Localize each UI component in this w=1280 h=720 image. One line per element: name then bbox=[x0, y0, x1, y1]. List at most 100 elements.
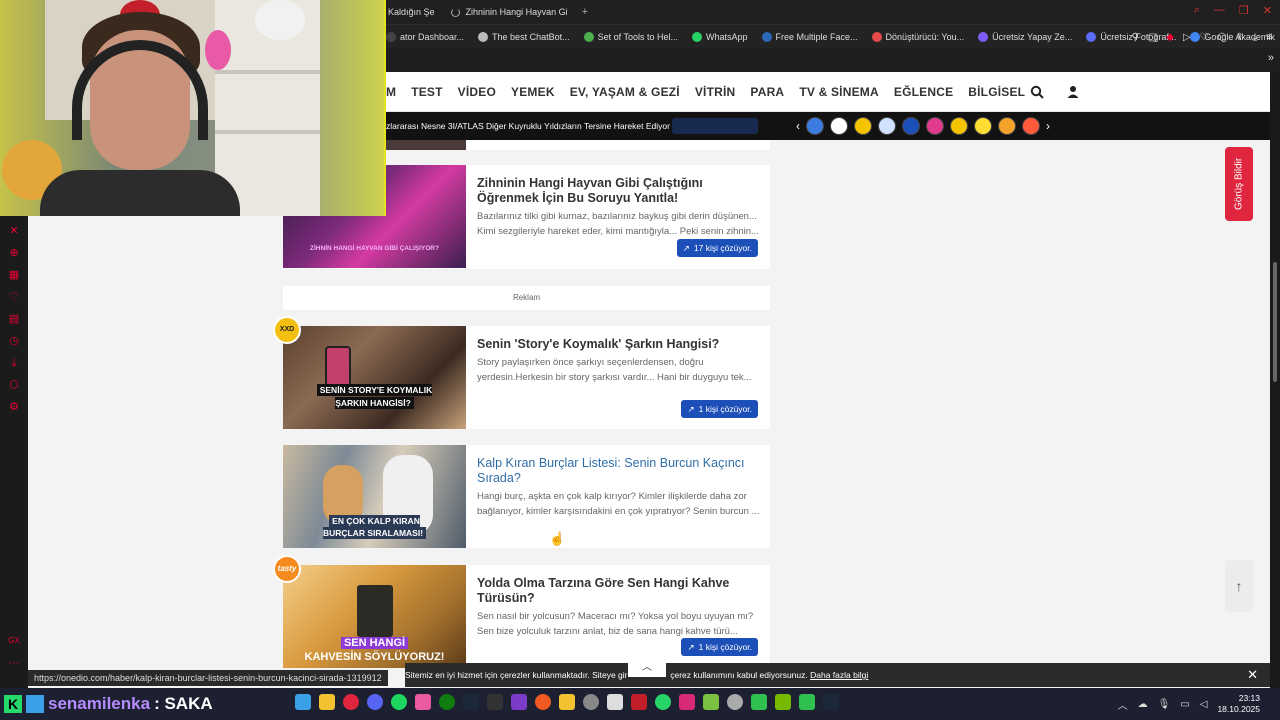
app-icon[interactable] bbox=[511, 694, 527, 710]
grid-icon[interactable]: ▦ bbox=[7, 268, 21, 282]
back-to-top-button[interactable]: ↑ bbox=[1225, 560, 1253, 612]
category-icon[interactable] bbox=[806, 117, 824, 135]
x-icon[interactable]: ✕ bbox=[7, 224, 21, 238]
volume-icon[interactable]: ◁ bbox=[1200, 699, 1208, 710]
solver-count-badge[interactable]: ↗ 1 kişi çözüyor. bbox=[681, 400, 758, 418]
player-icon[interactable]: ▤ bbox=[7, 312, 21, 326]
app-icon[interactable] bbox=[703, 694, 719, 710]
category-icon[interactable] bbox=[902, 117, 920, 135]
nav-item[interactable]: M bbox=[386, 85, 407, 99]
feedback-button[interactable]: Görüş Bildir bbox=[1225, 147, 1253, 221]
heart-icon[interactable]: ♡ bbox=[7, 290, 21, 304]
quiz-title-link[interactable]: Kalp Kıran Burçlar Listesi: Senin Burcun… bbox=[477, 456, 762, 486]
nav-item[interactable]: YEMEK bbox=[511, 85, 566, 99]
quiz-thumbnail[interactable]: SENİN STORY'E KOYMALIK ŞARKIN HANGİSİ? bbox=[283, 326, 466, 429]
solver-count-badge[interactable]: ↗ 1 kişi çözüyor. bbox=[681, 638, 758, 656]
file-explorer-icon[interactable] bbox=[319, 694, 335, 710]
app-icon[interactable] bbox=[415, 694, 431, 710]
chevron-up-icon[interactable]: ︿ bbox=[1118, 697, 1128, 712]
spotify-icon[interactable] bbox=[391, 694, 407, 710]
list-item[interactable]: SENİN STORY'E KOYMALIK ŞARKIN HANGİSİ? S… bbox=[283, 326, 770, 429]
cookie-expand-button[interactable]: ︿ bbox=[628, 659, 666, 677]
nvidia-icon[interactable] bbox=[775, 694, 791, 710]
more-bookmarks-icon[interactable]: » bbox=[1268, 52, 1274, 64]
download-icon[interactable]: ⤓ bbox=[1253, 32, 1257, 43]
browser-tab-active[interactable]: Zihninin Hangi Hayvan Gi bbox=[443, 0, 576, 24]
category-icon[interactable] bbox=[950, 117, 968, 135]
xbox-icon[interactable] bbox=[439, 694, 455, 710]
close-icon[interactable]: ✕ bbox=[1263, 4, 1272, 17]
category-icon[interactable] bbox=[878, 117, 896, 135]
solver-count-badge[interactable]: ↗ 17 kişi çözüyor. bbox=[676, 239, 758, 257]
steam-icon[interactable] bbox=[463, 694, 479, 710]
quiz-title[interactable]: Senin 'Story'e Koymalık' Şarkın Hangisi? bbox=[477, 337, 762, 352]
start-icon[interactable] bbox=[295, 694, 311, 710]
ticker-headline[interactable]: zlararası Nesne 3I/ATLAS Diğer Kuyruklu … bbox=[386, 112, 670, 140]
bookmark-item[interactable]: Set of Tools to Hel... bbox=[583, 32, 678, 42]
browser-tab[interactable]: Kaldığın Şe bbox=[380, 0, 443, 24]
menu-icon[interactable]: ≡ bbox=[1266, 32, 1272, 43]
nav-item[interactable]: TV & SİNEMA bbox=[799, 85, 890, 99]
new-tab-button[interactable]: + bbox=[582, 6, 588, 18]
user-icon[interactable] bbox=[1066, 85, 1080, 99]
maximize-icon[interactable]: ❐ bbox=[1239, 4, 1249, 17]
history-icon[interactable]: ◷ bbox=[7, 334, 21, 348]
play-icon[interactable]: ▷ bbox=[1183, 32, 1191, 43]
opera-gx-icon[interactable] bbox=[343, 694, 359, 710]
bookmark-item[interactable]: The best ChatBot... bbox=[478, 32, 570, 42]
share-icon[interactable]: ⇪ bbox=[1235, 32, 1243, 43]
category-icon[interactable] bbox=[926, 117, 944, 135]
bookmark-item[interactable]: Free Multiple Face... bbox=[761, 32, 858, 42]
cloud-icon[interactable]: ☁ bbox=[1138, 699, 1148, 710]
steam-icon[interactable] bbox=[823, 694, 839, 710]
app-icon[interactable] bbox=[751, 694, 767, 710]
microphone-icon[interactable]: 🎙 bbox=[1158, 699, 1171, 710]
network-icon[interactable]: ▭ bbox=[1180, 699, 1189, 710]
app-icon[interactable] bbox=[727, 694, 743, 710]
search-tabs-icon[interactable]: ⌕ bbox=[1194, 4, 1200, 17]
cookie-close-button[interactable]: ✕ bbox=[1247, 663, 1258, 687]
quiz-title[interactable]: Yolda Olma Tarzına Göre Sen Hangi Kahve … bbox=[477, 576, 762, 606]
discord-icon[interactable] bbox=[367, 694, 383, 710]
quiz-thumbnail[interactable]: SEN HANGİ KAHVESİN SÖYLÜYORUZ! bbox=[283, 565, 466, 668]
bookmark-item[interactable]: ator Dashboar... bbox=[386, 32, 464, 42]
quiz-thumbnail[interactable]: EN ÇOK KALP KIRAN BURÇLAR SIRALAMASI! bbox=[283, 445, 466, 548]
settings-icon[interactable]: ⚙ bbox=[7, 400, 21, 414]
snapshot-icon[interactable]: ▢ bbox=[1148, 32, 1157, 43]
app-icon[interactable] bbox=[631, 694, 647, 710]
quiz-title[interactable]: Zihninin Hangi Hayvan Gibi Çalıştığını Ö… bbox=[477, 176, 762, 206]
instagram-icon[interactable] bbox=[679, 694, 695, 710]
nav-item[interactable]: VİTRİN bbox=[695, 85, 747, 99]
whatsapp-icon[interactable] bbox=[655, 694, 671, 710]
minimize-icon[interactable]: — bbox=[1214, 4, 1225, 17]
gx-icon[interactable]: GX bbox=[7, 634, 21, 648]
add-icon[interactable]: ⊕ bbox=[7, 246, 21, 260]
nav-item[interactable]: TEST bbox=[411, 85, 453, 99]
next-arrow-icon[interactable]: › bbox=[1046, 119, 1050, 133]
cookie-more-info-link[interactable]: Daha fazla bilgi bbox=[810, 670, 868, 680]
ea-icon[interactable] bbox=[535, 694, 551, 710]
scrollbar-thumb[interactable] bbox=[1273, 262, 1277, 382]
bookmark-item[interactable]: Dönüştürücü: You... bbox=[871, 32, 964, 42]
list-item[interactable]: EN ÇOK KALP KIRAN BURÇLAR SIRALAMASI! Ka… bbox=[283, 445, 770, 548]
category-icon[interactable] bbox=[854, 117, 872, 135]
nav-item[interactable]: VİDEO bbox=[458, 85, 507, 99]
prev-arrow-icon[interactable]: ‹ bbox=[796, 119, 800, 133]
app-icon[interactable] bbox=[799, 694, 815, 710]
pocket-icon[interactable]: ◆ bbox=[1166, 32, 1174, 43]
list-item[interactable]: SEN HANGİ KAHVESİN SÖYLÜYORUZ! Yolda Olm… bbox=[283, 565, 770, 668]
bookmark-item[interactable]: WhatsApp bbox=[691, 32, 748, 42]
nav-item[interactable]: BİLGİSEL bbox=[968, 85, 1036, 99]
app-icon[interactable] bbox=[607, 694, 623, 710]
bookmark-item[interactable]: Ücretsiz Yapay Ze... bbox=[978, 32, 1072, 42]
heart-icon[interactable]: ♡ bbox=[1200, 32, 1209, 43]
extensions-icon[interactable]: ⬡ bbox=[1218, 32, 1227, 43]
heart-eyes-emoji-icon[interactable] bbox=[1022, 117, 1040, 135]
app-icon[interactable] bbox=[583, 694, 599, 710]
taskbar-clock[interactable]: 23:13 18.10.2025 bbox=[1217, 693, 1260, 715]
epic-games-icon[interactable] bbox=[487, 694, 503, 710]
nav-item[interactable]: PARA bbox=[750, 85, 795, 99]
category-icon[interactable] bbox=[998, 117, 1016, 135]
page-scrollbar[interactable] bbox=[1270, 72, 1280, 688]
download-icon[interactable]: ⤓ bbox=[7, 356, 21, 370]
